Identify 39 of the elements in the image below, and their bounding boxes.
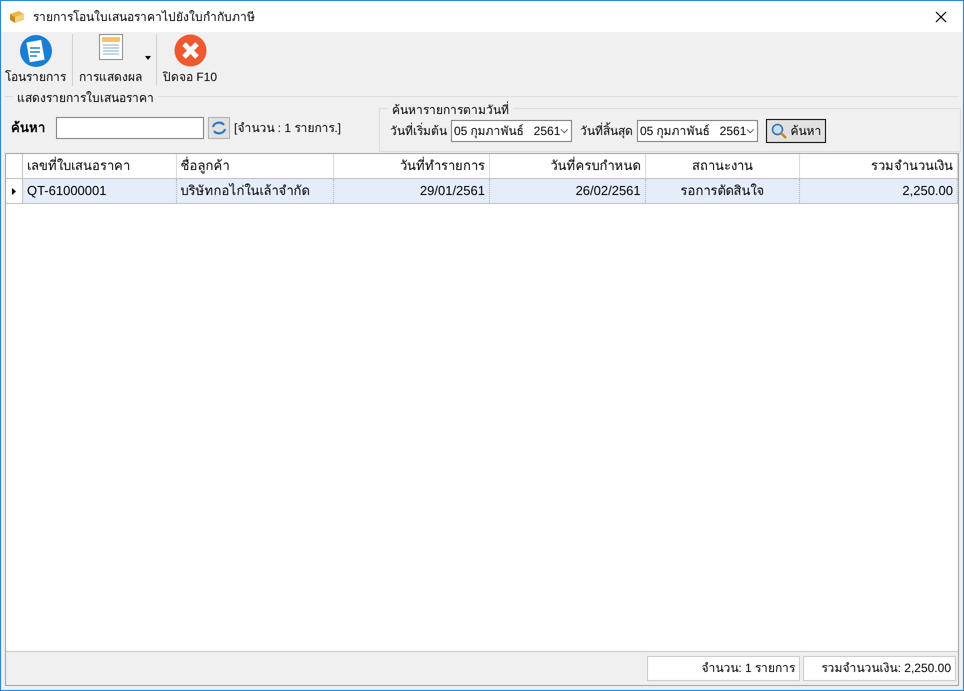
- column-header[interactable]: สถานะงาน: [646, 154, 800, 178]
- chevron-down-icon: [560, 128, 569, 134]
- column-header[interactable]: เลขที่ใบเสนอราคา: [22, 154, 177, 178]
- toolbar-button[interactable]: โอนรายการ: [3, 34, 68, 86]
- search-label: ค้นหา: [11, 119, 45, 138]
- refresh-icon: [211, 121, 227, 135]
- status-panel: จำนวน: 1 รายการ: [647, 656, 800, 681]
- chevron-down-icon: [746, 128, 755, 134]
- row-pointer-icon: [12, 188, 16, 194]
- document-icon: [18, 34, 52, 68]
- table-cell: บริษัทกอไก่ในเล้าจำกัด: [176, 179, 334, 203]
- column-header[interactable]: วันที่ครบกำหนด: [490, 154, 646, 178]
- search-button[interactable]: ค้นหา: [766, 119, 826, 143]
- document-icon: [98, 34, 122, 60]
- refresh-button[interactable]: [208, 117, 230, 139]
- dropdown-arrow-icon[interactable]: [145, 56, 151, 60]
- end-date-picker[interactable]: 05 กุมภาพันธ์ 2561: [637, 120, 758, 142]
- table-cell: QT-61000001: [22, 179, 177, 203]
- table-cell: 2,250.00: [800, 179, 958, 203]
- close-icon[interactable]: [935, 10, 947, 22]
- toolbar-button[interactable]: การแสดงผล: [77, 34, 152, 86]
- search-field[interactable]: [56, 117, 204, 139]
- close-icon: [174, 34, 206, 67]
- table-cell: รอการตัดสินใจ: [646, 179, 800, 203]
- window-title: รายการโอนใบเสนอราคาไปยังใบกำกับภาษี: [33, 8, 255, 26]
- end-date-label: วันที่สิ้นสุด: [580, 122, 633, 140]
- column-header[interactable]: รวมจำนวนเงิน: [800, 154, 958, 178]
- book-icon: [9, 10, 25, 24]
- status-panel: รวมจำนวนเงิน: 2,250.00: [803, 656, 956, 681]
- table-row[interactable]: QT-61000001 บริษัทกอไก่ในเล้าจำกัด 29/01/2561 26/02/2561 รอการตัดสินใจ 2,250.00: [6, 179, 958, 204]
- start-date-picker[interactable]: 05 กุมภาพันธ์ 2561: [451, 120, 572, 142]
- start-date-label: วันที่เริ่มต้น: [390, 122, 447, 140]
- table-cell: 26/02/2561: [490, 179, 646, 203]
- search-icon: [770, 123, 786, 139]
- toolbar-button[interactable]: ปิดจอ F10: [161, 34, 220, 86]
- table-cell: 29/01/2561: [334, 179, 490, 203]
- record-count: [จำนวน : 1 รายการ.]: [234, 120, 342, 137]
- column-header[interactable]: วันที่ทำรายการ: [334, 154, 490, 178]
- column-header[interactable]: ชื่อลูกค้า: [176, 154, 334, 178]
